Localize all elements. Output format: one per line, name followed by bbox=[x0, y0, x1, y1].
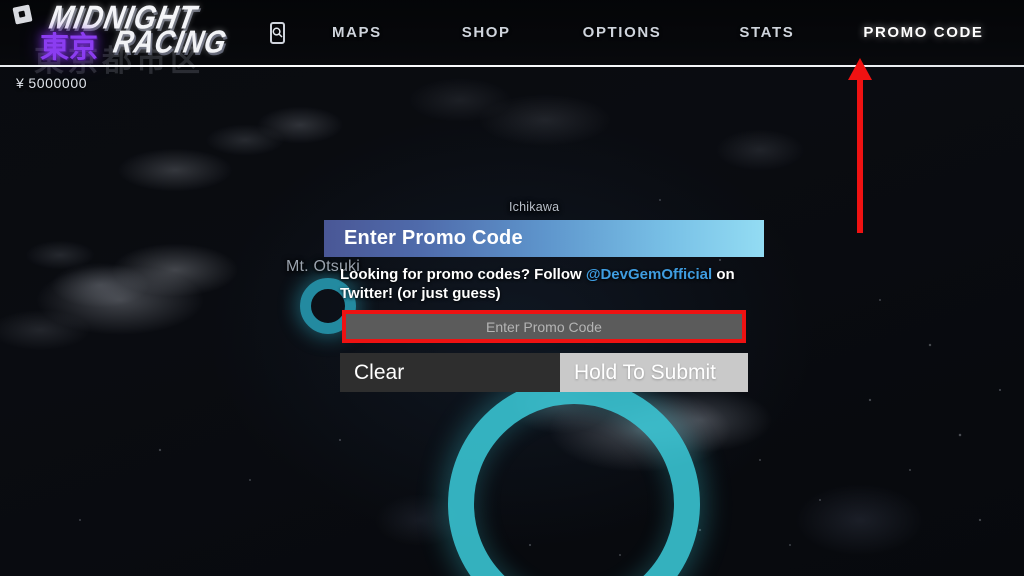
logo-japanese-tokyo: 東京 bbox=[40, 30, 99, 64]
clear-button[interactable]: Clear bbox=[340, 353, 560, 392]
promo-input-highlight bbox=[342, 310, 746, 343]
clear-button-label: Clear bbox=[354, 360, 405, 384]
currency-symbol: ¥ bbox=[16, 75, 25, 91]
promo-code-input[interactable] bbox=[346, 314, 742, 339]
hint-text-before: Looking for promo codes? Follow bbox=[340, 266, 586, 283]
map-label-ichikawa: Ichikawa bbox=[509, 200, 560, 214]
currency-display: ¥5000000 bbox=[16, 75, 87, 91]
dialog-header: Enter Promo Code bbox=[324, 220, 764, 257]
annotation-arrow bbox=[848, 58, 872, 233]
nav-item-options[interactable]: OPTIONS bbox=[583, 24, 662, 41]
nav-item-stats[interactable]: STATS bbox=[739, 24, 794, 41]
roblox-logo-icon bbox=[12, 4, 33, 25]
dialog-hint-text: Looking for promo codes? Follow @DevGemO… bbox=[340, 265, 748, 303]
hold-to-submit-button[interactable]: Hold To Submit bbox=[560, 353, 748, 392]
top-bar: 東京都市区 MIDNIGHT RACING 東京 MAPS SHOP OPTIO… bbox=[0, 0, 1024, 79]
submit-button-label: Hold To Submit bbox=[574, 360, 717, 384]
twitter-handle-link[interactable]: @DevGemOfficial bbox=[586, 266, 712, 283]
game-logo: 東京都市区 MIDNIGHT RACING 東京 bbox=[34, 0, 249, 79]
search-icon[interactable] bbox=[270, 21, 285, 44]
nav-item-shop[interactable]: SHOP bbox=[462, 24, 511, 41]
logo-line-racing: RACING bbox=[110, 24, 231, 60]
dialog-actions: Clear Hold To Submit bbox=[340, 353, 748, 392]
dialog-title: Enter Promo Code bbox=[344, 227, 523, 249]
currency-amount: 5000000 bbox=[28, 75, 88, 91]
nav-item-maps[interactable]: MAPS bbox=[332, 24, 382, 41]
dialog-body: Looking for promo codes? Follow @DevGemO… bbox=[324, 257, 764, 392]
nav-item-promo-code[interactable]: PROMO CODE bbox=[863, 24, 983, 41]
annotation-arrow-shaft bbox=[857, 76, 863, 233]
promo-code-dialog: Enter Promo Code Looking for promo codes… bbox=[324, 220, 764, 392]
main-navigation: MAPS SHOP OPTIONS STATS PROMO CODE REWAR… bbox=[270, 0, 1024, 65]
